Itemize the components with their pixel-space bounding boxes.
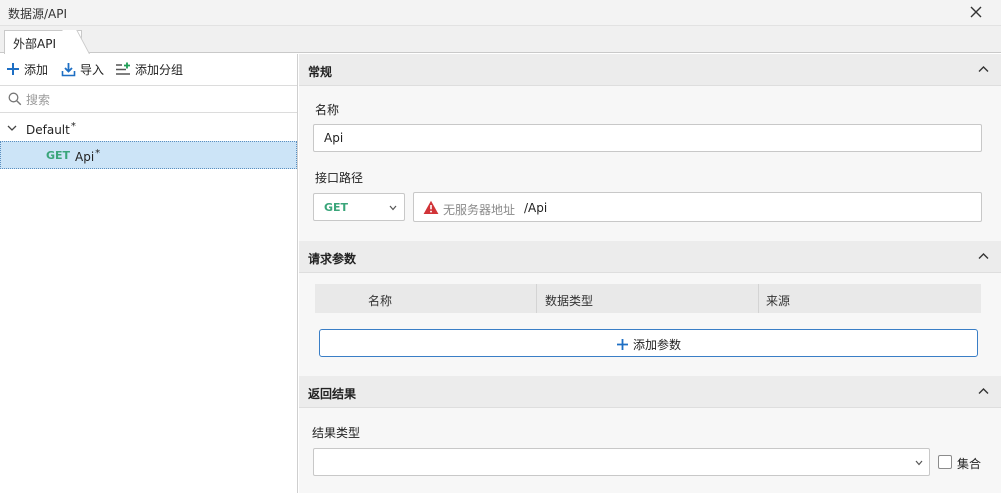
tree-toolbar: 添加 导入 添加分组 (0, 54, 297, 84)
search-icon (8, 92, 22, 106)
window-title-bar: 数据源/API (0, 0, 1001, 26)
api-tree-panel: 添加 导入 添加分组 Default* (0, 54, 298, 493)
window-title: 数据源/API (8, 7, 68, 21)
column-header-type: 数据类型 (537, 284, 759, 313)
modified-marker: * (95, 148, 101, 159)
search-box (0, 85, 297, 113)
result-type-select[interactable] (313, 448, 930, 476)
tab-external-api[interactable]: 外部API (4, 30, 82, 54)
http-method-value: GET (324, 201, 349, 214)
tree-group-label: Default (26, 123, 70, 137)
search-input[interactable] (26, 90, 286, 109)
section-title: 返回结果 (308, 387, 357, 401)
params-table-header: 名称 数据类型 来源 (315, 284, 981, 313)
add-button-label: 添加 (24, 62, 49, 77)
server-address-text: 无服务器地址 (443, 203, 516, 217)
add-parameter-button[interactable]: 添加参数 (319, 329, 978, 357)
modified-marker: * (70, 121, 76, 132)
section-response-header[interactable]: 返回结果 (299, 376, 1001, 408)
tree-group-default[interactable]: Default* (0, 118, 297, 140)
http-method-badge: GET (46, 149, 71, 162)
import-icon (61, 62, 76, 76)
section-general-header[interactable]: 常规 (299, 54, 1001, 86)
chevron-up-icon[interactable] (978, 387, 989, 395)
plus-icon (617, 339, 628, 350)
chevron-down-icon (915, 460, 923, 466)
import-button[interactable]: 导入 (61, 60, 104, 78)
chevron-down-icon[interactable] (7, 124, 17, 132)
chevron-up-icon[interactable] (978, 252, 989, 260)
name-label: 名称 (315, 103, 340, 117)
close-icon[interactable] (967, 3, 985, 21)
tab-strip: 外部API (0, 26, 1001, 54)
chevron-up-icon[interactable] (978, 65, 989, 73)
tree-item-api[interactable]: GET Api* (0, 141, 297, 169)
tab-label: 外部API (13, 37, 56, 51)
add-parameter-label: 添加参数 (633, 338, 682, 352)
name-field[interactable] (313, 124, 982, 152)
column-header-name: 名称 (315, 284, 537, 313)
api-path-field[interactable]: 无服务器地址 /Api (413, 192, 982, 222)
path-label: 接口路径 (315, 171, 364, 185)
add-group-button[interactable]: 添加分组 (115, 60, 183, 78)
collection-checkbox[interactable] (938, 455, 952, 469)
warning-icon (423, 200, 439, 214)
result-type-label: 结果类型 (312, 426, 361, 440)
chevron-down-icon (389, 205, 397, 211)
api-detail-panel: 常规 名称 接口路径 GET 无服务器地址 /Api 请求参数 名称 数据 (299, 54, 1001, 493)
http-method-select[interactable]: GET (313, 193, 405, 221)
add-group-button-label: 添加分组 (135, 62, 184, 77)
plus-icon (7, 63, 19, 75)
section-title: 常规 (308, 65, 333, 79)
api-path-value: /Api (524, 201, 548, 215)
import-button-label: 导入 (80, 62, 105, 77)
tree-item-label: Api (75, 150, 95, 164)
section-request-params-header[interactable]: 请求参数 (299, 241, 1001, 273)
section-title: 请求参数 (308, 252, 357, 266)
add-button[interactable]: 添加 (6, 60, 48, 78)
add-group-icon (116, 62, 130, 75)
collection-label[interactable]: 集合 (957, 455, 981, 472)
column-header-source: 来源 (766, 294, 791, 308)
